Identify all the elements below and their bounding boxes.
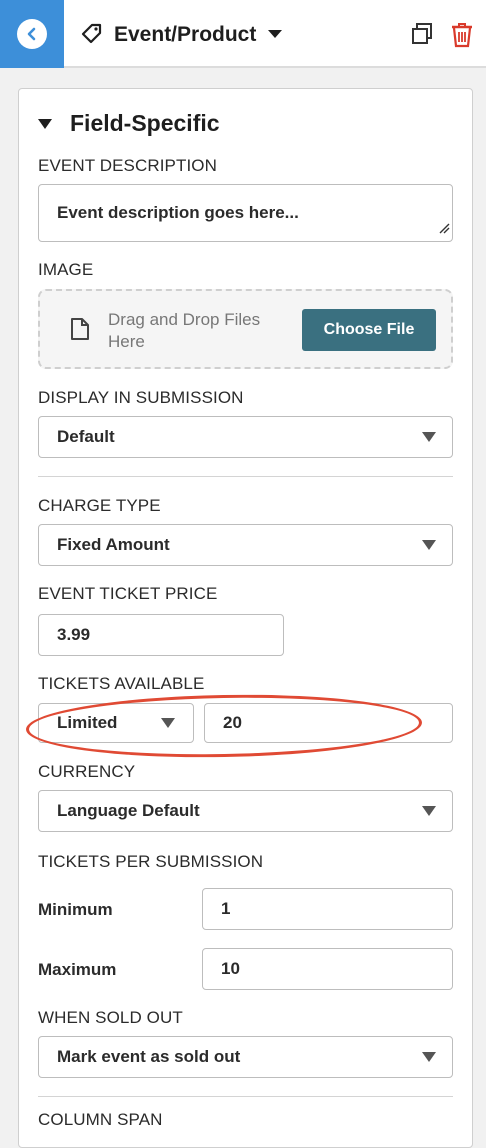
top-bar: Event/Product (0, 0, 486, 68)
event-ticket-price-label: EVENT TICKET PRICE (38, 584, 218, 603)
trash-icon[interactable] (450, 22, 474, 53)
charge-type-label: CHARGE TYPE (38, 496, 161, 515)
currency-label: CURRENCY (38, 762, 136, 781)
currency-select[interactable]: Language Default (38, 790, 453, 832)
dropzone-text: Drag and Drop Files Here (108, 310, 261, 351)
when-sold-out-value: Mark event as sold out (57, 1047, 241, 1066)
choose-file-button[interactable]: Choose File (302, 309, 436, 351)
tickets-available-mode-value: Limited (57, 713, 118, 732)
resize-handle-icon[interactable] (438, 219, 450, 239)
tickets-available-input[interactable]: 20 (204, 703, 453, 743)
chevron-down-icon (422, 1052, 436, 1062)
tickets-available-value: 20 (223, 713, 242, 732)
section-title: Field-Specific (70, 110, 220, 136)
display-in-submission-label: DISPLAY IN SUBMISSION (38, 388, 244, 407)
triangle-down-icon (38, 118, 52, 129)
event-ticket-price-input[interactable]: 3.99 (38, 614, 284, 656)
chevron-left-icon (17, 19, 47, 49)
field-type-title: Event/Product (114, 23, 257, 46)
chevron-down-icon (422, 540, 436, 550)
maximum-value: 10 (221, 959, 240, 978)
when-sold-out-label: WHEN SOLD OUT (38, 1008, 183, 1027)
event-description-text: Event description goes here... (57, 203, 299, 222)
chevron-down-icon (161, 718, 175, 728)
charge-type-select[interactable]: Fixed Amount (38, 524, 453, 566)
minimum-value: 1 (221, 899, 231, 918)
minimum-label: Minimum (38, 900, 113, 919)
when-sold-out-select[interactable]: Mark event as sold out (38, 1036, 453, 1078)
tag-icon (80, 21, 104, 50)
maximum-input[interactable]: 10 (202, 948, 453, 990)
duplicate-icon[interactable] (410, 22, 434, 51)
display-in-submission-value: Default (57, 427, 115, 446)
divider (38, 476, 453, 477)
event-ticket-price-value: 3.99 (57, 625, 91, 644)
tickets-available-label: TICKETS AVAILABLE (38, 674, 205, 693)
event-description-textarea[interactable]: Event description goes here... (38, 184, 453, 242)
divider (38, 1096, 453, 1097)
image-dropzone[interactable]: Drag and Drop Files Here Choose File (38, 289, 453, 369)
chevron-down-icon (422, 806, 436, 816)
image-label: IMAGE (38, 260, 94, 279)
tickets-available-mode-select[interactable]: Limited (38, 703, 194, 743)
field-type-selector[interactable]: Event/Product (80, 20, 283, 50)
file-icon (70, 317, 90, 346)
section-toggle[interactable]: Field-Specific (38, 110, 220, 137)
chevron-down-icon (268, 26, 283, 44)
minimum-input[interactable]: 1 (202, 888, 453, 930)
chevron-down-icon (422, 432, 436, 442)
column-span-label: COLUMN SPAN (38, 1110, 163, 1129)
tickets-per-submission-label: TICKETS PER SUBMISSION (38, 852, 264, 871)
back-button[interactable] (0, 0, 64, 68)
display-in-submission-select[interactable]: Default (38, 416, 453, 458)
event-description-label: EVENT DESCRIPTION (38, 156, 217, 175)
charge-type-value: Fixed Amount (57, 535, 170, 554)
currency-value: Language Default (57, 801, 200, 820)
maximum-label: Maximum (38, 960, 117, 979)
